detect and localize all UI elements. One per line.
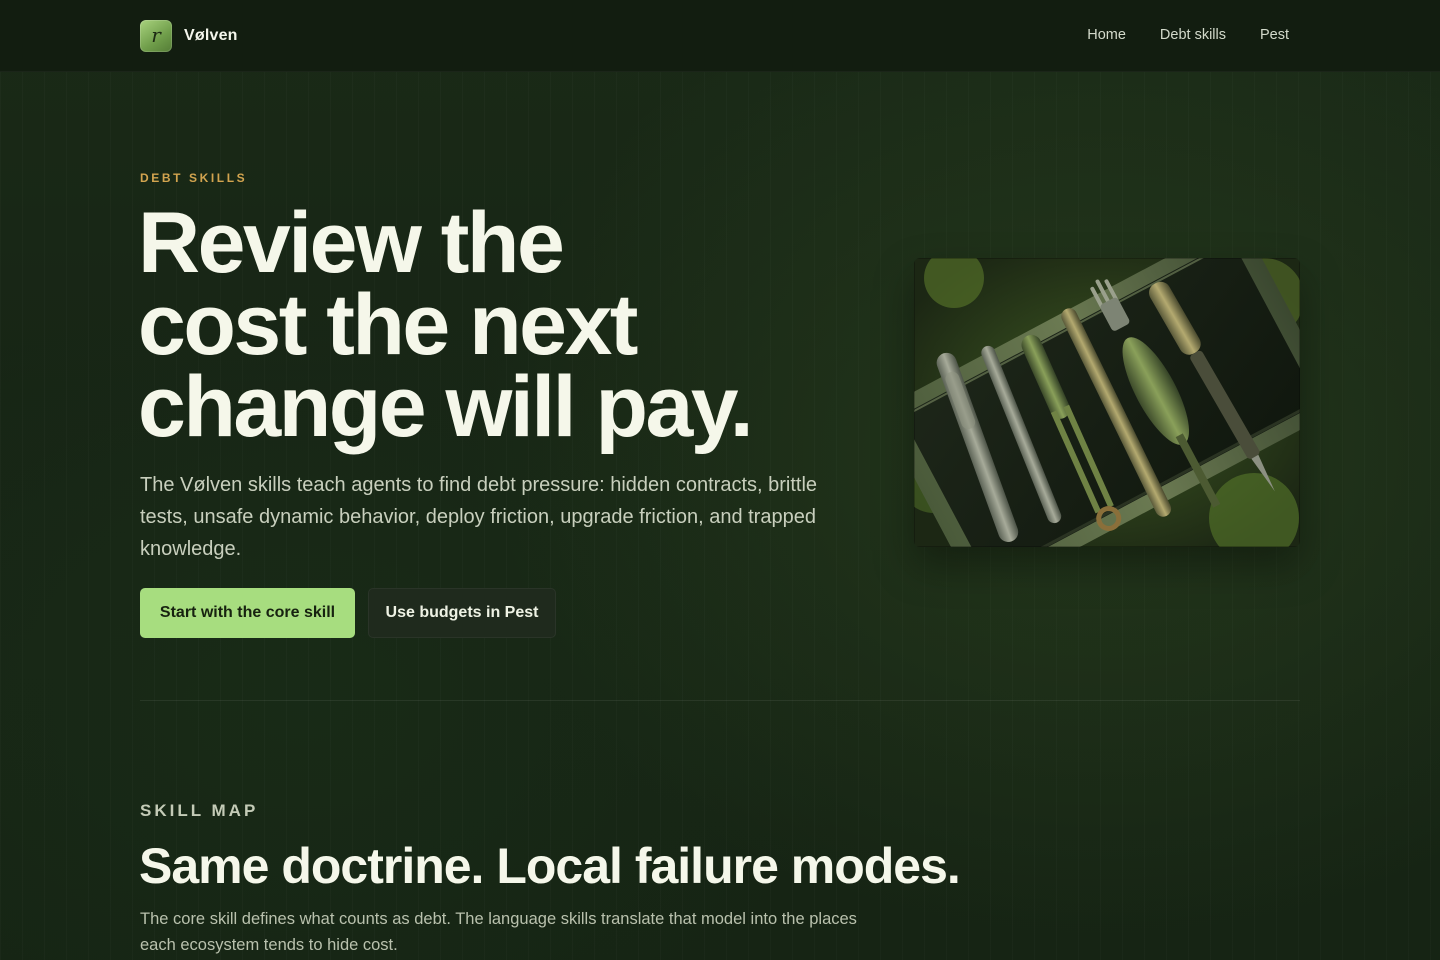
skill-map-description: The core skill defines what counts as de… [140,910,857,954]
hero-title: Review the cost the next change will pay… [138,195,898,455]
brand-name: Vølven [184,27,238,44]
wooden-tools-in-mossy-tray-image [914,258,1300,547]
skill-map-title: Same doctrine. Local failure modes. [139,838,961,894]
use-budgets-pest-button[interactable]: Use budgets in Pest [368,588,556,638]
nav-link-pest[interactable]: Pest [1260,27,1289,43]
hero-title-line-2: cost the next [138,277,638,373]
skill-map-eyebrow: SKILL MAP [140,801,259,820]
hero-eyebrow: DEBT SKILLS [140,171,248,185]
logo-glyph: r [151,23,161,47]
brand-logo-icon: r [140,20,172,52]
hero-title-line-3: change will pay. [138,359,754,455]
nav-link-home[interactable]: Home [1087,27,1126,43]
brand[interactable]: r Vølven [140,20,238,52]
hero-description: The Vølven skills teach agents to find d… [140,474,818,560]
hero-title-line-1: Review the [138,195,565,291]
nav-link-debt-skills[interactable]: Debt skills [1160,27,1226,43]
start-core-skill-button[interactable]: Start with the core skill [140,588,355,638]
main-nav: Home Debt skills Pest [1087,27,1289,43]
top-navigation-bar: r Vølven Home Debt skills Pest [0,0,1440,72]
section-divider [140,700,1300,701]
